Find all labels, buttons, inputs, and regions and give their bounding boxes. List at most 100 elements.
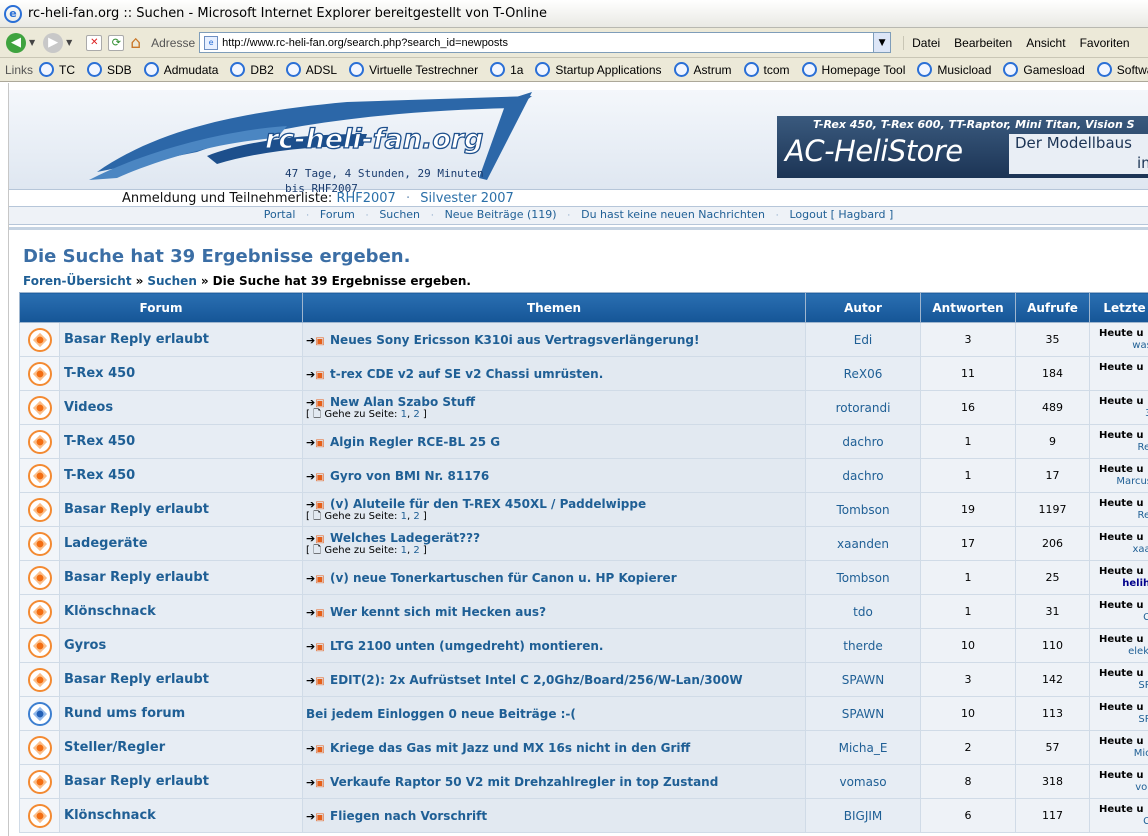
forum-link[interactable]: Gyros <box>64 638 106 653</box>
last-post-user[interactable]: Ei <box>1091 374 1148 386</box>
link-item[interactable]: Musicload <box>917 62 991 77</box>
link-item[interactable]: Startup Applications <box>535 62 662 77</box>
forward-dropdown-icon[interactable]: ▼ <box>66 38 72 47</box>
menu-ansicht[interactable]: Ansicht <box>1026 36 1065 50</box>
author-link[interactable]: Tombson <box>836 571 889 585</box>
back-icon[interactable]: ◀ <box>6 32 26 53</box>
last-post-user[interactable]: xaan <box>1091 544 1148 556</box>
forum-link[interactable]: T-Rex 450 <box>64 434 135 449</box>
topic-link[interactable]: EDIT(2): 2x Aufrüstset Intel C 2,0Ghz/Bo… <box>330 673 743 687</box>
newest-post-icon[interactable]: ➔▣ <box>306 498 330 511</box>
address-bar[interactable]: e http://www.rc-heli-fan.org/search.php?… <box>199 32 892 53</box>
forum-link[interactable]: Basar Reply erlaubt <box>64 502 209 517</box>
forum-link[interactable]: Ladegeräte <box>64 536 148 551</box>
newest-post-icon[interactable]: ➔▣ <box>306 334 330 347</box>
page-link[interactable]: 2 <box>413 511 419 522</box>
author-link[interactable]: tdo <box>853 605 873 619</box>
forum-link[interactable]: Videos <box>64 400 113 415</box>
last-post-user[interactable]: Mich <box>1091 748 1148 760</box>
newest-post-icon[interactable]: ➔▣ <box>306 436 330 449</box>
link-item[interactable]: Virtuelle Testrechner <box>349 62 478 77</box>
link-item[interactable]: tcom <box>743 62 790 77</box>
breadcrumb-home[interactable]: Foren-Übersicht <box>23 274 132 288</box>
link-item[interactable]: DB2 <box>230 62 274 77</box>
author-link[interactable]: Tombson <box>836 503 889 517</box>
forum-link[interactable]: T-Rex 450 <box>64 468 135 483</box>
last-post-user[interactable]: elektr <box>1091 646 1148 658</box>
nav-portal[interactable]: Portal <box>264 208 296 221</box>
author-link[interactable]: SPAWN <box>842 707 884 721</box>
author-link[interactable]: Micha_E <box>839 741 888 755</box>
page-link[interactable]: 2 <box>413 545 419 556</box>
home-icon[interactable]: ⌂ <box>130 33 141 53</box>
refresh-icon[interactable]: ⟳ <box>108 34 125 51</box>
page-link[interactable]: 1 <box>401 545 407 556</box>
menu-bearbeiten[interactable]: Bearbeiten <box>954 36 1012 50</box>
last-post-user[interactable]: Cri <box>1091 612 1148 624</box>
last-post-user[interactable]: Marcus_ <box>1091 476 1148 488</box>
nav-messages[interactable]: Du hast keine neuen Nachrichten <box>581 208 765 221</box>
topic-link[interactable]: Wer kennt sich mit Hecken aus? <box>330 605 546 619</box>
breadcrumb-search[interactable]: Suchen <box>147 274 197 288</box>
last-post-user[interactable]: SPA <box>1091 680 1148 692</box>
page-link[interactable]: 1 <box>401 409 407 420</box>
last-post-user[interactable]: Cri <box>1091 816 1148 828</box>
forum-link[interactable]: Klönschnack <box>64 604 156 619</box>
newest-post-icon[interactable]: ➔▣ <box>306 606 330 619</box>
topic-link[interactable]: LTG 2100 unten (umgedreht) montieren. <box>330 639 603 653</box>
forward-icon[interactable]: ▶ <box>43 32 64 53</box>
forum-link[interactable]: Rund ums forum <box>64 706 185 721</box>
forum-link[interactable]: Steller/Regler <box>64 740 165 755</box>
topic-link[interactable]: Gyro von BMI Nr. 81176 <box>330 469 489 483</box>
last-post-user[interactable]: heliho <box>1091 578 1148 590</box>
stop-icon[interactable]: ✕ <box>86 34 103 51</box>
newest-post-icon[interactable]: ➔▣ <box>306 810 330 823</box>
newest-post-icon[interactable]: ➔▣ <box>306 674 330 687</box>
newest-post-icon[interactable]: ➔▣ <box>306 396 330 409</box>
nav-suchen[interactable]: Suchen <box>379 208 420 221</box>
forum-link[interactable]: Basar Reply erlaubt <box>64 774 209 789</box>
author-link[interactable]: dachro <box>842 435 883 449</box>
topic-link[interactable]: Fliegen nach Vorschrift <box>330 809 487 823</box>
forum-link[interactable]: T-Rex 450 <box>64 366 135 381</box>
newest-post-icon[interactable]: ➔▣ <box>306 532 330 545</box>
reg-link-silvester[interactable]: Silvester 2007 <box>420 191 514 206</box>
nav-neue-beitraege[interactable]: Neue Beiträge (119) <box>445 208 557 221</box>
link-item[interactable]: ADSL <box>285 62 337 77</box>
forum-link[interactable]: Basar Reply erlaubt <box>64 570 209 585</box>
reg-link-rhf2007[interactable]: RHF2007 <box>336 191 395 206</box>
forum-link[interactable]: Klönschnack <box>64 808 156 823</box>
topic-link[interactable]: Kriege das Gas mit Jazz und MX 16s nicht… <box>330 741 690 755</box>
author-link[interactable]: BIGJIM <box>844 809 883 823</box>
last-post-user[interactable]: SPA <box>1091 714 1148 726</box>
link-item[interactable]: TC <box>39 62 75 77</box>
author-link[interactable]: vomaso <box>839 775 886 789</box>
newest-post-icon[interactable]: ➔▣ <box>306 572 330 585</box>
forum-link[interactable]: Basar Reply erlaubt <box>64 332 209 347</box>
topic-link[interactable]: Neues Sony Ericsson K310i aus Vertragsve… <box>330 333 699 347</box>
address-dropdown-icon[interactable]: ▼ <box>873 33 891 52</box>
topic-link[interactable]: Bei jedem Einloggen 0 neue Beiträge :-( <box>306 707 576 721</box>
last-post-user[interactable]: wass <box>1091 340 1148 352</box>
newest-post-icon[interactable]: ➔▣ <box>306 470 330 483</box>
author-link[interactable]: dachro <box>842 469 883 483</box>
last-post-user[interactable]: ReX <box>1091 442 1148 454</box>
back-dropdown-icon[interactable]: ▼ <box>29 38 35 47</box>
nav-logout[interactable]: Logout [ Hagbard ] <box>789 208 893 221</box>
link-item[interactable]: Homepage Tool <box>801 62 905 77</box>
author-link[interactable]: therde <box>843 639 882 653</box>
page-link[interactable]: 2 <box>413 409 419 420</box>
link-item[interactable]: 1a <box>490 62 523 77</box>
topic-link[interactable]: Welches Ladegerät??? <box>330 531 480 545</box>
topic-link[interactable]: New Alan Szabo Stuff <box>330 395 475 409</box>
author-link[interactable]: SPAWN <box>842 673 884 687</box>
shop-banner[interactable]: T-Rex 450, T-Rex 600, TT-Raptor, Mini Ti… <box>777 116 1148 178</box>
topic-link[interactable]: (v) neue Tonerkartuschen für Canon u. HP… <box>330 571 677 585</box>
page-link[interactable]: 1 <box>401 511 407 522</box>
newest-post-icon[interactable]: ➔▣ <box>306 776 330 789</box>
nav-forum[interactable]: Forum <box>320 208 355 221</box>
author-link[interactable]: rotorandi <box>836 401 891 415</box>
link-item[interactable]: Astrum <box>673 62 732 77</box>
author-link[interactable]: ReX06 <box>844 367 883 381</box>
menu-datei[interactable]: Datei <box>912 36 940 50</box>
